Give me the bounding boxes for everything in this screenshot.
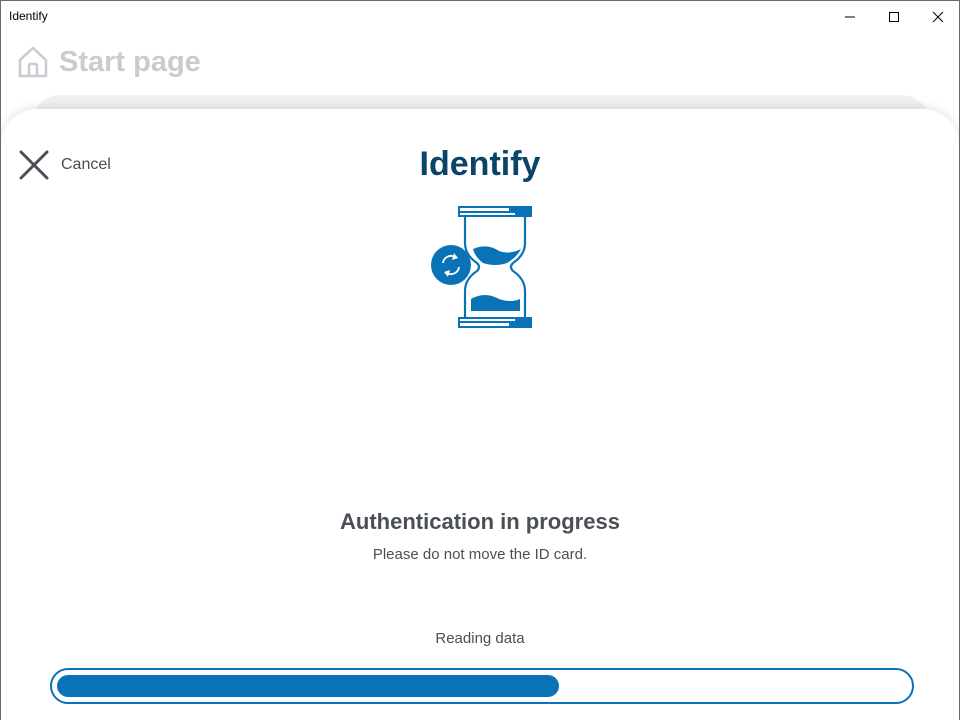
- dialog-heading: Identify: [419, 145, 541, 183]
- identify-dialog: Cancel Identify Authentication in progre…: [1, 109, 959, 720]
- home-icon: [18, 46, 48, 78]
- start-page-header: Start page: [17, 45, 201, 79]
- page-title: Start page: [59, 45, 201, 78]
- app-window: Identify Start page Cancel Identify Auth…: [0, 0, 960, 720]
- progress-label: Reading data: [435, 630, 525, 647]
- minimize-button[interactable]: [827, 1, 873, 33]
- window-title: Identify: [9, 9, 48, 23]
- progress-bar: [50, 668, 914, 704]
- status-message: Please do not move the ID card.: [372, 546, 588, 563]
- maximize-button[interactable]: [871, 1, 917, 33]
- maximize-icon: [889, 12, 899, 22]
- progress-fill: [57, 675, 559, 697]
- title-bar: Identify: [1, 1, 959, 33]
- minimize-icon: [845, 16, 855, 18]
- hourglass-icon: [431, 206, 532, 328]
- status-title: Authentication in progress: [340, 509, 620, 534]
- close-icon: [932, 11, 944, 23]
- close-window-button[interactable]: [915, 1, 959, 33]
